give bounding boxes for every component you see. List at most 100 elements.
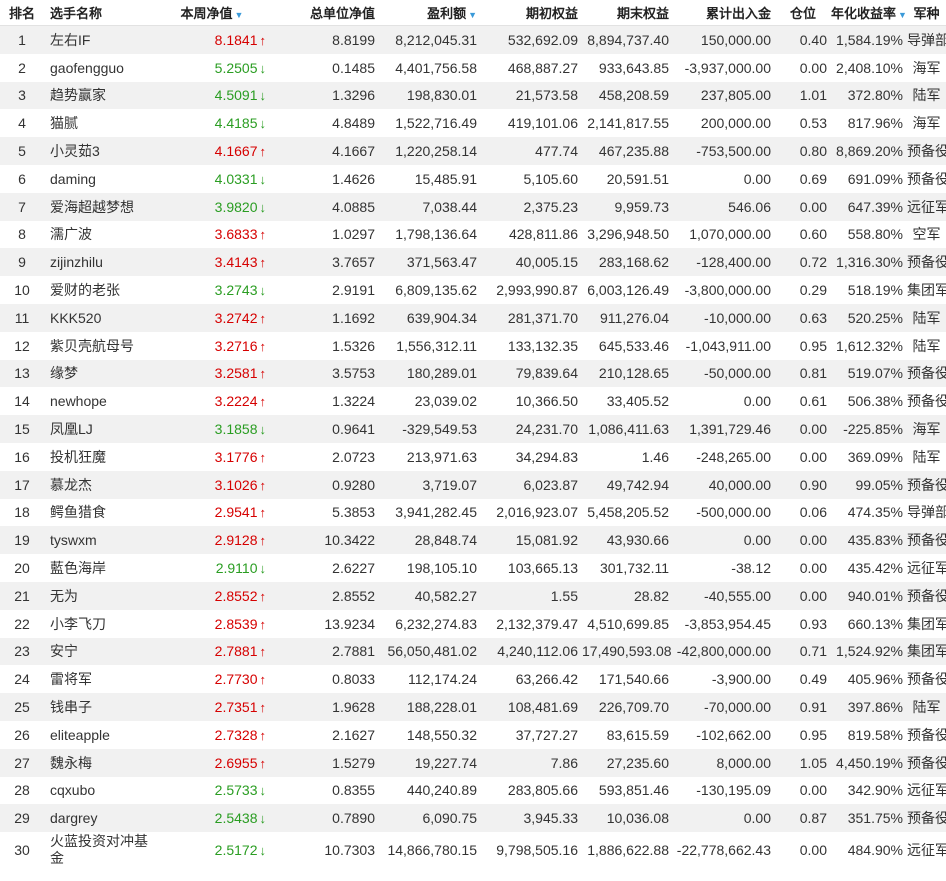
total-unit-nav-cell: 4.1667 — [274, 137, 379, 165]
table-row[interactable]: 7 爱海超越梦想 3.9820 ↓ 4.0885 7,038.44 2,375.23 9,95… — [0, 192, 946, 221]
final-equity-cell: 33,405.52 — [606, 393, 669, 410]
player-name-cell[interactable]: 左右IF — [44, 25, 150, 54]
table-row[interactable]: 1 左右IF 8.1841 ↑ 8.8199 8,212,045.31 532,692.09… — [0, 25, 946, 54]
player-name-cell[interactable]: 趋势赢家 — [44, 81, 150, 110]
player-name-cell[interactable]: zijinzhilu — [44, 248, 150, 277]
table-row[interactable]: 15 凤凰LJ 3.1858 ↓ 0.9641 -329,549.53 24,231.70 1… — [0, 415, 946, 443]
position-cell: 0.53 — [799, 115, 827, 132]
table-row[interactable]: 9 zijinzhilu 3.4143 ↑ 3.7657 371,563.47 40,005… — [0, 248, 946, 277]
table-row[interactable]: 11 KKK520 3.2742 ↑ 1.1692 639,904.34 281,371.7… — [0, 303, 946, 332]
table-row[interactable]: 18 鳄鱼猎食 2.9541 ↑ 5.3853 3,941,282.45 2,016,923… — [0, 499, 946, 527]
table-row[interactable]: 25 钱串子 2.7351 ↑ 1.9628 188,228.01 108,481.69 22… — [0, 693, 946, 721]
player-name-cell[interactable]: dargrey — [44, 804, 150, 833]
player-name-cell[interactable]: 紫贝壳航母号 — [44, 332, 150, 360]
initial-equity-cell: 2,993,990.87 — [496, 282, 578, 299]
table-row[interactable]: 4 猫腻 4.4185 ↓ 4.8489 1,522,716.49 419,101.06 2,… — [0, 109, 946, 137]
table-row[interactable]: 17 慕龙杰 3.1026 ↑ 0.9280 3,719.07 6,023.87 49,742… — [0, 470, 946, 499]
player-name-cell[interactable]: 藍色海岸 — [44, 554, 150, 582]
player-name-cell[interactable]: 钱串子 — [44, 693, 150, 721]
player-name-cell[interactable]: newhope — [44, 387, 150, 415]
player-name-cell[interactable]: 爱财的老张 — [44, 276, 150, 304]
position-cell: 0.00 — [799, 448, 827, 465]
player-name-cell[interactable]: gaofengguo — [44, 54, 150, 82]
weekly-nav-cell: 2.5172 ↓ — [214, 842, 266, 859]
sort-down-icon[interactable]: ▼ — [898, 10, 907, 20]
player-name-cell[interactable]: 鳄鱼猎食 — [44, 499, 150, 527]
table-row[interactable]: 5 小灵茹3 4.1667 ↑ 4.1667 1,220,258.14 477.74 467,… — [0, 137, 946, 165]
player-name-cell[interactable]: 慕龙杰 — [44, 470, 150, 499]
player-name-cell[interactable]: KKK520 — [44, 303, 150, 332]
player-name-cell[interactable]: eliteapple — [44, 721, 150, 749]
player-name-cell[interactable]: 小灵茹3 — [44, 137, 150, 165]
red-up-arrow-icon: ↑ — [259, 727, 267, 743]
total-unit-nav-cell: 3.5753 — [274, 359, 379, 388]
army-branch-cell: 远征军 — [907, 782, 946, 799]
profit-cell: 14,866,780.15 — [387, 842, 477, 859]
table-row[interactable]: 16 投机狂魔 3.1776 ↑ 2.0723 213,971.63 34,294.83 1.… — [0, 443, 946, 471]
weekly-nav-cell: 8.1841 ↑ — [150, 25, 274, 54]
annual-return-cell: 397.86% — [831, 693, 907, 721]
sort-down-icon[interactable]: ▼ — [468, 10, 477, 20]
header-weekly-nav[interactable]: 本周净值 ▼ — [150, 0, 274, 26]
army-branch-cell: 陆军 — [907, 693, 946, 721]
player-name-cell[interactable]: 猫腻 — [44, 109, 150, 137]
table-row[interactable]: 20 藍色海岸 2.9110 ↓ 2.6227 198,105.10 103,665.13 3… — [0, 554, 946, 582]
table-row[interactable]: 14 newhope 3.2224 ↑ 1.3224 23,039.02 10,366.50… — [0, 387, 946, 415]
player-name-cell[interactable]: 缘梦 — [44, 359, 150, 388]
player-name-cell[interactable]: 小李飞刀 — [44, 610, 150, 638]
table-row[interactable]: 13 缘梦 3.2581 ↑ 3.5753 180,289.01 79,839.64 210,… — [0, 359, 946, 388]
player-name-cell[interactable]: cqxubo — [44, 777, 150, 805]
player-name-cell[interactable]: 凤凰LJ — [44, 415, 150, 443]
table-row[interactable]: 29 dargrey 2.5438 ↓ 0.7890 6,090.75 3,945.33 10… — [0, 804, 946, 833]
weekly-nav-cell: 3.6833 ↑ — [214, 226, 267, 243]
table-row[interactable]: 6 daming 4.0331 ↓ 1.4626 15,485.91 5,105.60 20,… — [0, 165, 946, 193]
table-row[interactable]: 8 濡广波 3.6833 ↑ 1.0297 1,798,136.64 428,811.86 3… — [0, 221, 946, 249]
initial-equity-cell: 9,798,505.16 — [496, 842, 578, 859]
player-name-cell[interactable]: 魏永梅 — [44, 748, 150, 777]
rank-cell: 10 — [14, 282, 30, 299]
final-equity-cell: 27,235.60 — [582, 748, 673, 777]
table-row[interactable]: 21 无为 2.8552 ↑ 2.8552 40,582.27 1.55 28.82 -40,5… — [0, 581, 946, 610]
table-row[interactable]: 24 雷将军 2.7730 ↑ 0.8033 112,174.24 63,266.42 171… — [0, 665, 946, 693]
sort-down-icon[interactable]: ▼ — [235, 10, 244, 20]
player-name-cell[interactable]: 无为 — [44, 581, 150, 610]
initial-equity-cell: 15,081.92 — [481, 526, 582, 555]
table-row[interactable]: 22 小李飞刀 2.8539 ↑ 13.9234 6,232,274.83 2,132,37… — [0, 610, 946, 638]
table-row[interactable]: 3 趋势赢家 4.5091 ↓ 1.3296 198,830.01 21,573.58 458… — [0, 81, 946, 110]
profit-cell: 371,563.47 — [379, 248, 481, 277]
weekly-nav-cell: 2.9541 ↑ — [214, 504, 266, 521]
player-name-cell[interactable]: 雷将军 — [44, 665, 150, 693]
table-row[interactable]: 28 cqxubo 2.5733 ↓ 0.8355 440,240.89 283,805.6… — [0, 777, 946, 805]
profit-cell: 198,830.01 — [379, 81, 481, 110]
green-down-arrow-icon: ↓ — [259, 422, 267, 438]
rank-cell: 2 — [18, 59, 26, 76]
header-annual-return[interactable]: 年化收益率 ▼ — [831, 0, 907, 26]
annual-return-cell: 506.38% — [847, 393, 903, 410]
player-name-cell[interactable]: 投机狂魔 — [44, 443, 150, 471]
rank-cell: 15 — [0, 415, 44, 443]
final-equity-cell: 9,959.73 — [582, 192, 673, 221]
player-name-cell[interactable]: tyswxm — [44, 526, 150, 555]
table-row[interactable]: 23 安宁 2.7881 ↑ 2.7881 56,050,481.02 4,240,112.… — [0, 637, 946, 666]
army-branch-cell: 海军 — [907, 415, 946, 443]
table-row[interactable]: 12 紫贝壳航母号 3.2716 ↑ 1.5326 1,556,312.11 133,132… — [0, 332, 946, 360]
table-row[interactable]: 19 tyswxm 2.9128 ↑ 10.3422 28,848.74 15,081.92… — [0, 526, 946, 555]
red-up-arrow-icon: ↑ — [259, 227, 267, 243]
table-row[interactable]: 10 爱财的老张 3.2743 ↓ 2.9191 6,809,135.62 2,993,99… — [0, 276, 946, 304]
table-row[interactable]: 27 魏永梅 2.6955 ↑ 1.5279 19,227.74 7.86 27,235.60… — [0, 748, 946, 777]
header-profit[interactable]: 盈利额 ▼ — [379, 0, 481, 26]
player-name-cell[interactable]: 火蓝投资对冲基金 — [44, 832, 150, 868]
initial-equity-cell: 5,105.60 — [523, 170, 579, 187]
player-name-cell[interactable]: 安宁 — [44, 637, 150, 666]
table-row[interactable]: 2 gaofengguo 5.2505 ↓ 0.1485 4,401,756.58 468,… — [0, 54, 946, 82]
table-row[interactable]: 30 火蓝投资对冲基金 2.5172 ↓ 10.7303 14,866,780.15 9,7… — [0, 832, 946, 868]
player-name-cell[interactable]: 爱海超越梦想 — [44, 192, 150, 221]
total-unit-nav-cell: 4.0885 — [274, 192, 379, 221]
initial-equity-cell: 21,573.58 — [481, 81, 582, 110]
player-name-cell[interactable]: 濡广波 — [44, 221, 150, 249]
profit-cell: -329,549.53 — [379, 415, 481, 443]
green-down-arrow-icon: ↓ — [259, 783, 267, 799]
table-row[interactable]: 26 eliteapple 2.7328 ↑ 2.1627 148,550.32 37,72… — [0, 721, 946, 749]
rank-cell: 28 — [14, 782, 30, 799]
player-name-cell[interactable]: daming — [44, 165, 150, 193]
